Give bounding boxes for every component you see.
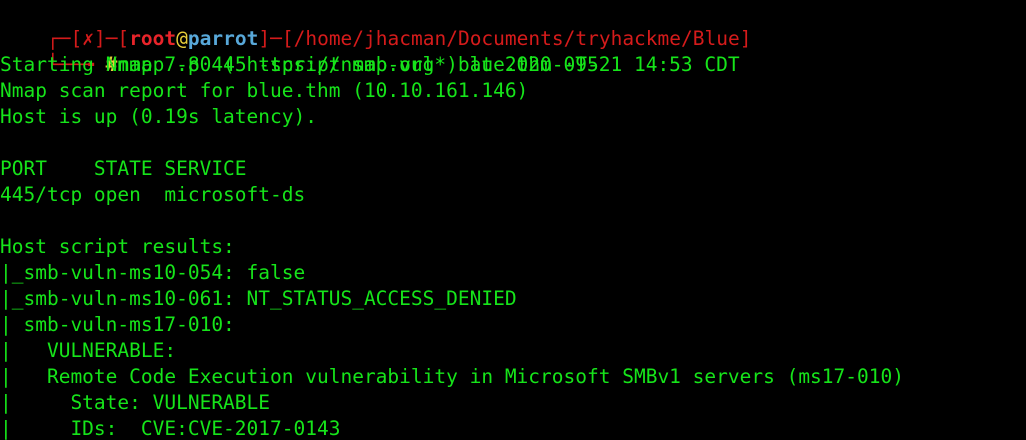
output-line: 445/tcp open microsoft-ds: [0, 183, 306, 206]
output-line: Nmap scan report for blue.thm (10.10.161…: [0, 79, 529, 102]
output-line: Host script results:: [0, 235, 235, 258]
output-line: Starting Nmap 7.80 ( https://nmap.org ) …: [0, 53, 740, 76]
output-line: | IDs: CVE:CVE-2017-0143: [0, 417, 341, 440]
output-line: |_smb-vuln-ms10-054: false: [0, 261, 306, 284]
output-line: | smb-vuln-ms17-010:: [0, 313, 235, 336]
terminal-window[interactable]: ┌─[✗]─[root@parrot]─[/home/jhacman/Docum…: [0, 0, 1026, 440]
prompt-line-1: ┌─[✗]─[root@parrot]─[/home/jhacman/Docum…: [0, 0, 752, 50]
output-line: Host is up (0.19s latency).: [0, 105, 317, 128]
output-line: | State: VULNERABLE: [0, 391, 271, 414]
output-line: PORT STATE SERVICE: [0, 157, 247, 180]
output-line: | Remote Code Execution vulnerability in…: [0, 365, 904, 388]
prompt-line-2: └──╼ #nmap -p 445 -script smb-vul* blue.…: [0, 26, 599, 76]
prompt-bracket: ]: [739, 27, 752, 50]
output-line: | VULNERABLE:: [0, 339, 177, 362]
output-line: |_smb-vuln-ms10-061: NT_STATUS_ACCESS_DE…: [0, 287, 517, 310]
